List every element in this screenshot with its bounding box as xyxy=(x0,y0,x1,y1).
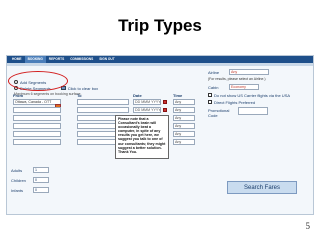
airline-label: Airline xyxy=(208,70,220,75)
promo-label: Promotional Code xyxy=(208,108,230,118)
nav-reports[interactable]: REPORTS xyxy=(46,56,67,63)
segment-row: DD MMM YYYY Any xyxy=(11,139,203,146)
adults-row: Adults 1 xyxy=(11,167,81,174)
time-select[interactable]: Any xyxy=(173,131,195,137)
time-select[interactable]: Any xyxy=(173,123,195,129)
segment-row: DD MMM YYYY Any xyxy=(11,107,203,114)
adults-label: Adults xyxy=(11,168,23,173)
booking-app-window: HOME BOOKING REPORTS COMMISSIONS SIGN OU… xyxy=(6,55,314,215)
segment-row: Ottawa, Canada - OTT DD MMM YYYY Any xyxy=(11,99,203,109)
time-select[interactable]: Any xyxy=(173,107,195,113)
nav-sign-out[interactable]: SIGN OUT xyxy=(96,56,117,63)
airline-row: Airline Any xyxy=(208,69,312,76)
us-carrier-row[interactable]: Do not show US Carrier flights via the U… xyxy=(208,92,290,98)
adults-select[interactable]: 1 xyxy=(33,167,49,173)
nav-home[interactable]: HOME xyxy=(9,56,25,63)
nav-booking[interactable]: BOOKING xyxy=(24,56,46,63)
top-nav: HOME BOOKING REPORTS COMMISSIONS SIGN OU… xyxy=(7,56,313,63)
from-header: From xyxy=(13,93,23,98)
from-input[interactable] xyxy=(13,123,61,129)
children-select[interactable]: 0 xyxy=(33,177,49,183)
calendar-icon[interactable] xyxy=(163,100,167,104)
time-select[interactable]: Any xyxy=(173,115,195,121)
direct-flights-row[interactable]: Direct Flights Preferred xyxy=(208,99,255,105)
direct-flights-checkbox[interactable] xyxy=(208,100,212,104)
cabin-select[interactable]: Economy xyxy=(229,84,259,90)
us-carrier-checkbox[interactable] xyxy=(208,93,212,97)
to-header: To xyxy=(77,93,82,98)
cabin-row: Cabin Economy xyxy=(208,84,312,91)
from-input[interactable] xyxy=(13,131,61,137)
children-label: Children xyxy=(11,178,26,183)
cabin-label: Cabin xyxy=(208,85,219,90)
children-row: Children 0 xyxy=(11,177,81,184)
time-header: Time xyxy=(173,93,183,98)
promo-row: Promotional Code xyxy=(208,107,312,121)
segment-row: DD MMM YYYY Any xyxy=(11,131,203,138)
calendar-icon[interactable] xyxy=(163,108,167,112)
from-input[interactable] xyxy=(13,107,61,113)
us-carrier-label: Do not show US Carrier flights via the U… xyxy=(214,92,291,98)
from-input[interactable] xyxy=(13,115,61,121)
date-input[interactable]: DD MMM YYYY xyxy=(133,99,161,105)
date-header: Date xyxy=(133,93,142,98)
date-input[interactable]: DD MMM YYYY xyxy=(133,107,161,113)
infants-label: Infants xyxy=(11,188,24,193)
annotation-circle xyxy=(8,71,68,91)
click-to-clear-label: Click to clear box xyxy=(67,85,99,91)
to-input[interactable] xyxy=(77,107,129,113)
time-select[interactable]: Any xyxy=(173,99,195,105)
nav-commissions[interactable]: COMMISSIONS xyxy=(67,56,96,63)
search-fares-button[interactable]: Search Fares xyxy=(227,181,297,194)
infants-select[interactable]: 0 xyxy=(33,187,49,193)
airline-hint: (For results, please select an Airline.) xyxy=(208,77,266,81)
promo-code-input[interactable] xyxy=(238,107,268,115)
segment-row: DD MMM YYYY Any xyxy=(11,123,203,130)
header-stripe xyxy=(7,63,313,66)
direct-flights-label: Direct Flights Preferred xyxy=(214,99,256,105)
page-number: 5 xyxy=(305,221,311,231)
to-input[interactable] xyxy=(77,99,129,105)
time-select[interactable]: Any xyxy=(173,139,195,145)
airline-select[interactable]: Any xyxy=(229,69,269,75)
segment-row: DD MMM YYYY Any xyxy=(11,115,203,122)
from-input[interactable]: Ottawa, Canada - OTT xyxy=(13,99,61,105)
consultant-note: Please note that a Consultant's brain wi… xyxy=(115,115,169,159)
slide-title: Trip Types xyxy=(118,16,202,35)
infants-row: Infants 0 xyxy=(11,187,81,194)
from-input[interactable] xyxy=(13,139,61,145)
